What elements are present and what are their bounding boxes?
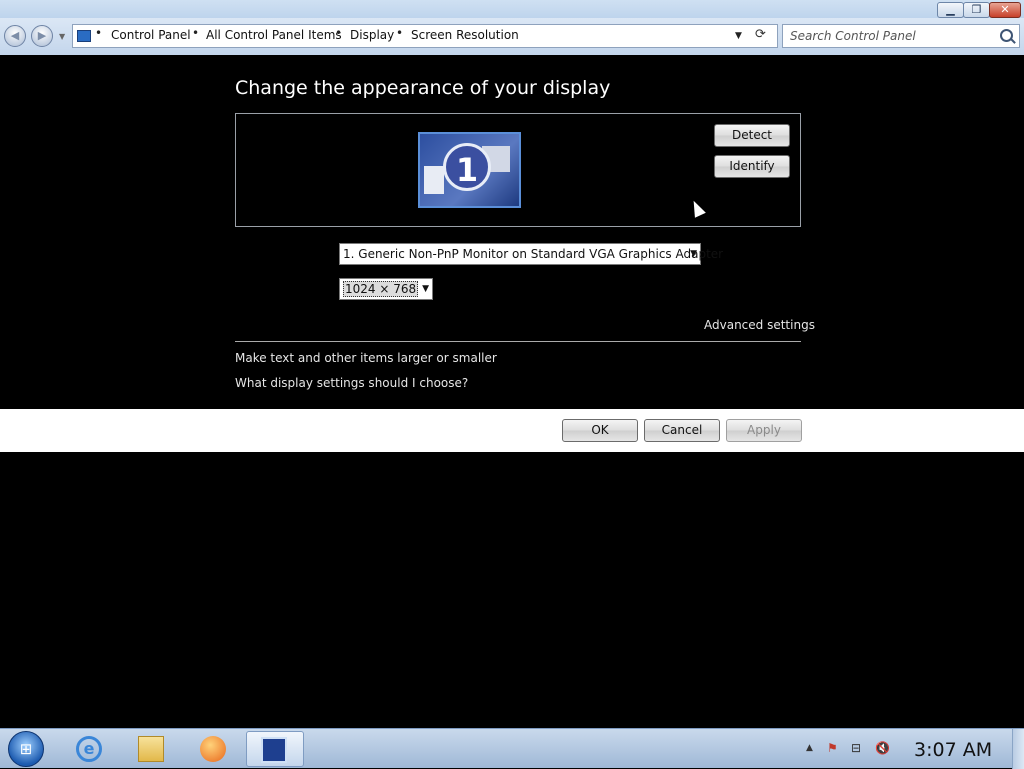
window-titlebar: ▁ ❐ ✕ bbox=[0, 0, 1024, 20]
search-input[interactable]: Search Control Panel bbox=[790, 29, 916, 43]
minimize-button[interactable]: ▁ bbox=[937, 2, 964, 18]
taskbar-clock[interactable]: 3:07 AM bbox=[914, 739, 992, 761]
dialog-footer: OK Cancel Apply bbox=[0, 409, 1024, 452]
taskbar-screen-resolution[interactable] bbox=[246, 731, 304, 767]
back-button[interactable]: ◀ bbox=[4, 25, 26, 47]
recent-pages-dropdown-icon[interactable]: ▼ bbox=[59, 32, 65, 41]
taskbar: ⊞ e ▲ ⚑ ⊟ 🔇 3:07 AM bbox=[0, 728, 1024, 769]
network-icon[interactable]: ⊟ bbox=[851, 741, 861, 755]
apply-button[interactable]: Apply bbox=[726, 419, 802, 442]
control-panel-icon bbox=[77, 30, 91, 42]
taskbar-media-player[interactable] bbox=[186, 731, 240, 767]
text-size-link[interactable]: Make text and other items larger or smal… bbox=[235, 351, 497, 365]
internet-explorer-icon: e bbox=[76, 736, 102, 762]
breadcrumb-screen-resolution[interactable]: Screen Resolution bbox=[411, 28, 519, 42]
breadcrumb-control-panel[interactable]: Control Panel bbox=[111, 28, 191, 42]
monitor-preview-panel: 1 Detect Identify bbox=[235, 113, 801, 227]
display-settings-icon bbox=[261, 737, 287, 763]
close-button[interactable]: ✕ bbox=[989, 2, 1021, 18]
display-select[interactable]: 1. Generic Non-PnP Monitor on Standard V… bbox=[339, 243, 723, 265]
cancel-button[interactable]: Cancel bbox=[644, 419, 720, 442]
address-row: ◀ ▶ ▼ • Control Panel • All Control Pane… bbox=[0, 18, 1024, 55]
breadcrumb-separator-icon[interactable]: • bbox=[192, 26, 199, 40]
address-dropdown-icon[interactable]: ▼ bbox=[735, 31, 742, 41]
ok-button[interactable]: OK bbox=[562, 419, 638, 442]
breadcrumb-display[interactable]: Display bbox=[350, 28, 394, 42]
action-center-icon[interactable]: ⚑ bbox=[827, 741, 838, 755]
volume-muted-icon[interactable]: 🔇 bbox=[875, 741, 890, 755]
chevron-down-icon: ▼ bbox=[422, 284, 429, 294]
advanced-settings-link[interactable]: Advanced settings bbox=[704, 318, 815, 332]
resolution-select-value: 1024 × 768 bbox=[343, 281, 419, 297]
resolution-select[interactable]: 1024 × 768 ▼ bbox=[339, 278, 433, 300]
monitor-1-thumbnail[interactable]: 1 bbox=[418, 132, 521, 208]
close-icon: ✕ bbox=[1000, 3, 1010, 16]
forward-button[interactable]: ▶ bbox=[31, 25, 53, 47]
chevron-down-icon: ▼ bbox=[690, 249, 697, 259]
show-hidden-icons-icon[interactable]: ▲ bbox=[806, 743, 813, 753]
display-select-value: 1. Generic Non-PnP Monitor on Standard V… bbox=[343, 247, 724, 261]
restore-button[interactable]: ❐ bbox=[963, 2, 990, 18]
breadcrumb-separator-icon[interactable]: • bbox=[95, 26, 102, 40]
back-arrow-icon: ◀ bbox=[10, 29, 20, 42]
display-help-link[interactable]: What display settings should I choose? bbox=[235, 376, 468, 390]
search-box[interactable]: Search Control Panel bbox=[782, 24, 1020, 48]
taskbar-windows-explorer[interactable] bbox=[124, 731, 178, 767]
show-desktop-button[interactable] bbox=[1012, 729, 1024, 769]
taskbar-internet-explorer[interactable]: e bbox=[62, 731, 116, 767]
minimize-icon: ▁ bbox=[946, 3, 955, 16]
divider bbox=[235, 341, 801, 342]
monitor-number-badge: 1 bbox=[443, 143, 491, 191]
start-button[interactable]: ⊞ bbox=[8, 731, 44, 767]
address-bar[interactable]: • Control Panel • All Control Panel Item… bbox=[72, 24, 778, 48]
windows-logo-icon: ⊞ bbox=[19, 740, 33, 758]
monitor-window-graphic bbox=[424, 166, 444, 194]
restore-icon: ❐ bbox=[971, 3, 982, 16]
breadcrumb-separator-icon[interactable]: • bbox=[335, 26, 342, 40]
page-title: Change the appearance of your display bbox=[235, 77, 611, 99]
refresh-icon[interactable]: ⟳ bbox=[755, 27, 766, 42]
forward-arrow-icon: ▶ bbox=[37, 29, 47, 42]
identify-button[interactable]: Identify bbox=[714, 155, 790, 178]
breadcrumb-all-items[interactable]: All Control Panel Items bbox=[206, 28, 342, 42]
detect-button[interactable]: Detect bbox=[714, 124, 790, 147]
search-icon[interactable] bbox=[1000, 29, 1013, 42]
media-player-icon bbox=[200, 736, 226, 762]
breadcrumb-separator-icon[interactable]: • bbox=[396, 26, 403, 40]
folder-icon bbox=[138, 736, 164, 762]
